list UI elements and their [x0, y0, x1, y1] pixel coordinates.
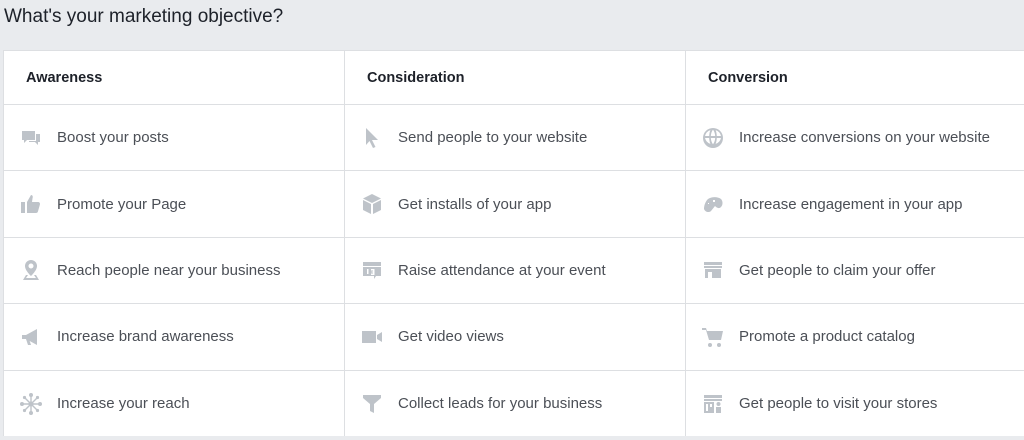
calendar-icon	[359, 257, 385, 283]
game-controller-icon	[700, 191, 726, 217]
objective-app-engagement[interactable]: Increase engagement in your app	[686, 171, 1024, 238]
objective-label: Get people to visit your stores	[739, 395, 938, 413]
objective-lead-generation[interactable]: Collect leads for your business	[345, 371, 685, 437]
objective-label: Get installs of your app	[398, 195, 552, 213]
objective-label: Get video views	[398, 328, 504, 346]
objective-label: Increase your reach	[57, 395, 190, 413]
objective-store-visits[interactable]: Get people to visit your stores	[686, 371, 1024, 437]
objective-event-responses[interactable]: Raise attendance at your event	[345, 238, 685, 305]
column-heading-awareness: Awareness	[4, 51, 344, 105]
objective-reach-nearby[interactable]: Reach people near your business	[4, 238, 344, 305]
column-conversion: Conversion Increase conversions on your …	[686, 51, 1024, 436]
objective-label: Increase brand awareness	[57, 328, 234, 346]
objective-label: Raise attendance at your event	[398, 261, 606, 279]
objective-label: Increase conversions on your website	[739, 129, 990, 147]
thumbs-up-icon	[18, 191, 44, 217]
map-pin-icon	[18, 257, 44, 283]
megaphone-icon	[18, 324, 44, 350]
box-icon	[359, 191, 385, 217]
objective-label: Boost your posts	[57, 129, 169, 147]
shopping-cart-icon	[700, 324, 726, 350]
objective-label: Reach people near your business	[57, 261, 281, 279]
column-heading-conversion: Conversion	[686, 51, 1024, 105]
objective-website-conversions[interactable]: Increase conversions on your website	[686, 105, 1024, 172]
objective-brand-awareness[interactable]: Increase brand awareness	[4, 304, 344, 371]
cursor-icon	[359, 125, 385, 151]
objective-label: Increase engagement in your app	[739, 195, 963, 213]
objective-promote-page[interactable]: Promote your Page	[4, 171, 344, 238]
objective-label: Promote a product catalog	[739, 328, 915, 346]
network-burst-icon	[18, 391, 44, 417]
objective-video-views[interactable]: Get video views	[345, 304, 685, 371]
objective-label: Collect leads for your business	[398, 395, 603, 413]
objective-label: Send people to your website	[398, 129, 588, 147]
objective-app-installs[interactable]: Get installs of your app	[345, 171, 685, 238]
funnel-icon	[359, 391, 385, 417]
objective-label: Get people to claim your offer	[739, 261, 936, 279]
page-title: What's your marketing objective?	[0, 0, 1024, 50]
column-consideration: Consideration Send people to your websit…	[345, 51, 686, 436]
objective-offer-claims[interactable]: Get people to claim your offer	[686, 238, 1024, 305]
objective-product-catalog[interactable]: Promote a product catalog	[686, 304, 1024, 371]
storefront-icon	[700, 257, 726, 283]
store-visit-icon	[700, 391, 726, 417]
objective-boost-posts[interactable]: Boost your posts	[4, 105, 344, 172]
column-awareness: Awareness Boost your posts Promote your …	[4, 51, 345, 436]
video-camera-icon	[359, 324, 385, 350]
column-heading-consideration: Consideration	[345, 51, 685, 105]
objective-table: Awareness Boost your posts Promote your …	[3, 50, 1024, 436]
objective-website-traffic[interactable]: Send people to your website	[345, 105, 685, 172]
bottom-strip	[0, 436, 1024, 440]
globe-icon	[700, 125, 726, 151]
objective-increase-reach[interactable]: Increase your reach	[4, 371, 344, 437]
objective-label: Promote your Page	[57, 195, 187, 213]
chat-bubbles-icon	[18, 125, 44, 151]
